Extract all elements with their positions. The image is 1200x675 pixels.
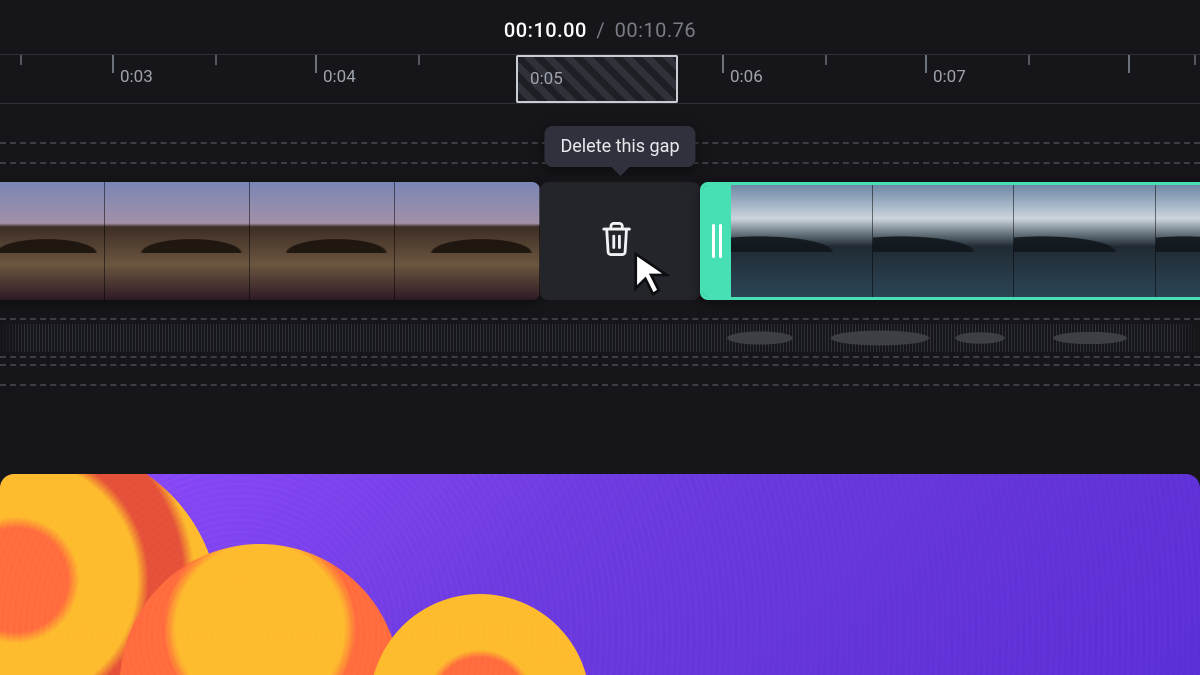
tooltip-label: Delete this gap (560, 136, 679, 157)
ruler-tick-major: 0:07 (925, 55, 927, 103)
clip-thumbnail (395, 182, 540, 300)
timeline-ruler[interactable]: 0:03 0:04 0:05 0:06 0:07 (0, 54, 1200, 104)
ruler-tick-minor (1028, 55, 1030, 65)
ruler-tick-major: 0:03 (112, 55, 114, 103)
ruler-tick-minor (825, 55, 827, 65)
ruler-tick-label: 0:06 (730, 67, 763, 87)
video-clip-left[interactable] (0, 182, 540, 300)
decorative-blob (370, 594, 590, 675)
clip-thumbnail (105, 182, 250, 300)
ruler-tick-minor (1194, 55, 1196, 65)
audio-track-row[interactable] (0, 318, 1200, 358)
timecode-duration: 00:10.76 (615, 18, 697, 42)
timeline-tracks: Delete this gap (0, 142, 1200, 386)
timecode-current: 00:10.00 (504, 18, 587, 42)
delete-gap-tooltip: Delete this gap (544, 126, 695, 167)
preview-panel (0, 474, 1200, 675)
playhead-selection[interactable]: 0:05 (516, 55, 678, 103)
trash-icon[interactable] (600, 220, 634, 262)
clip-thumbnail (250, 182, 395, 300)
clip-thumbnail (1156, 185, 1200, 297)
timecode-separator: / (596, 18, 605, 42)
ruler-tick-label: 0:03 (120, 67, 153, 87)
ruler-tick-label: 0:04 (323, 67, 356, 87)
clip-thumbnail (873, 185, 1015, 297)
cursor-pointer-icon (630, 250, 676, 300)
ruler-tick-major: 0:06 (722, 55, 724, 103)
clip-thumbnail (1014, 185, 1156, 297)
video-track-row[interactable]: Delete this gap (0, 182, 1200, 300)
audio-waveform (0, 324, 1200, 352)
clip-drag-handle-icon[interactable] (703, 185, 731, 297)
timeline-gap[interactable]: Delete this gap (540, 182, 700, 300)
ruler-tick-minor (20, 55, 22, 65)
clip-thumbnail (0, 182, 105, 300)
decorative-blob (0, 474, 220, 675)
clip-thumbnail (731, 185, 873, 297)
timecode-display: 00:10.00 / 00:10.76 (0, 0, 1200, 54)
decorative-blob (120, 544, 400, 675)
ruler-tick-label: 0:05 (530, 69, 563, 89)
ruler-tick-major (1128, 55, 1130, 103)
ruler-tick-minor (418, 55, 420, 65)
video-clip-right-selected[interactable] (700, 182, 1200, 300)
ruler-tick-major: 0:04 (315, 55, 317, 103)
ruler-tick-label: 0:07 (933, 67, 966, 87)
empty-track-row[interactable] (0, 364, 1200, 386)
ruler-tick-minor (215, 55, 217, 65)
